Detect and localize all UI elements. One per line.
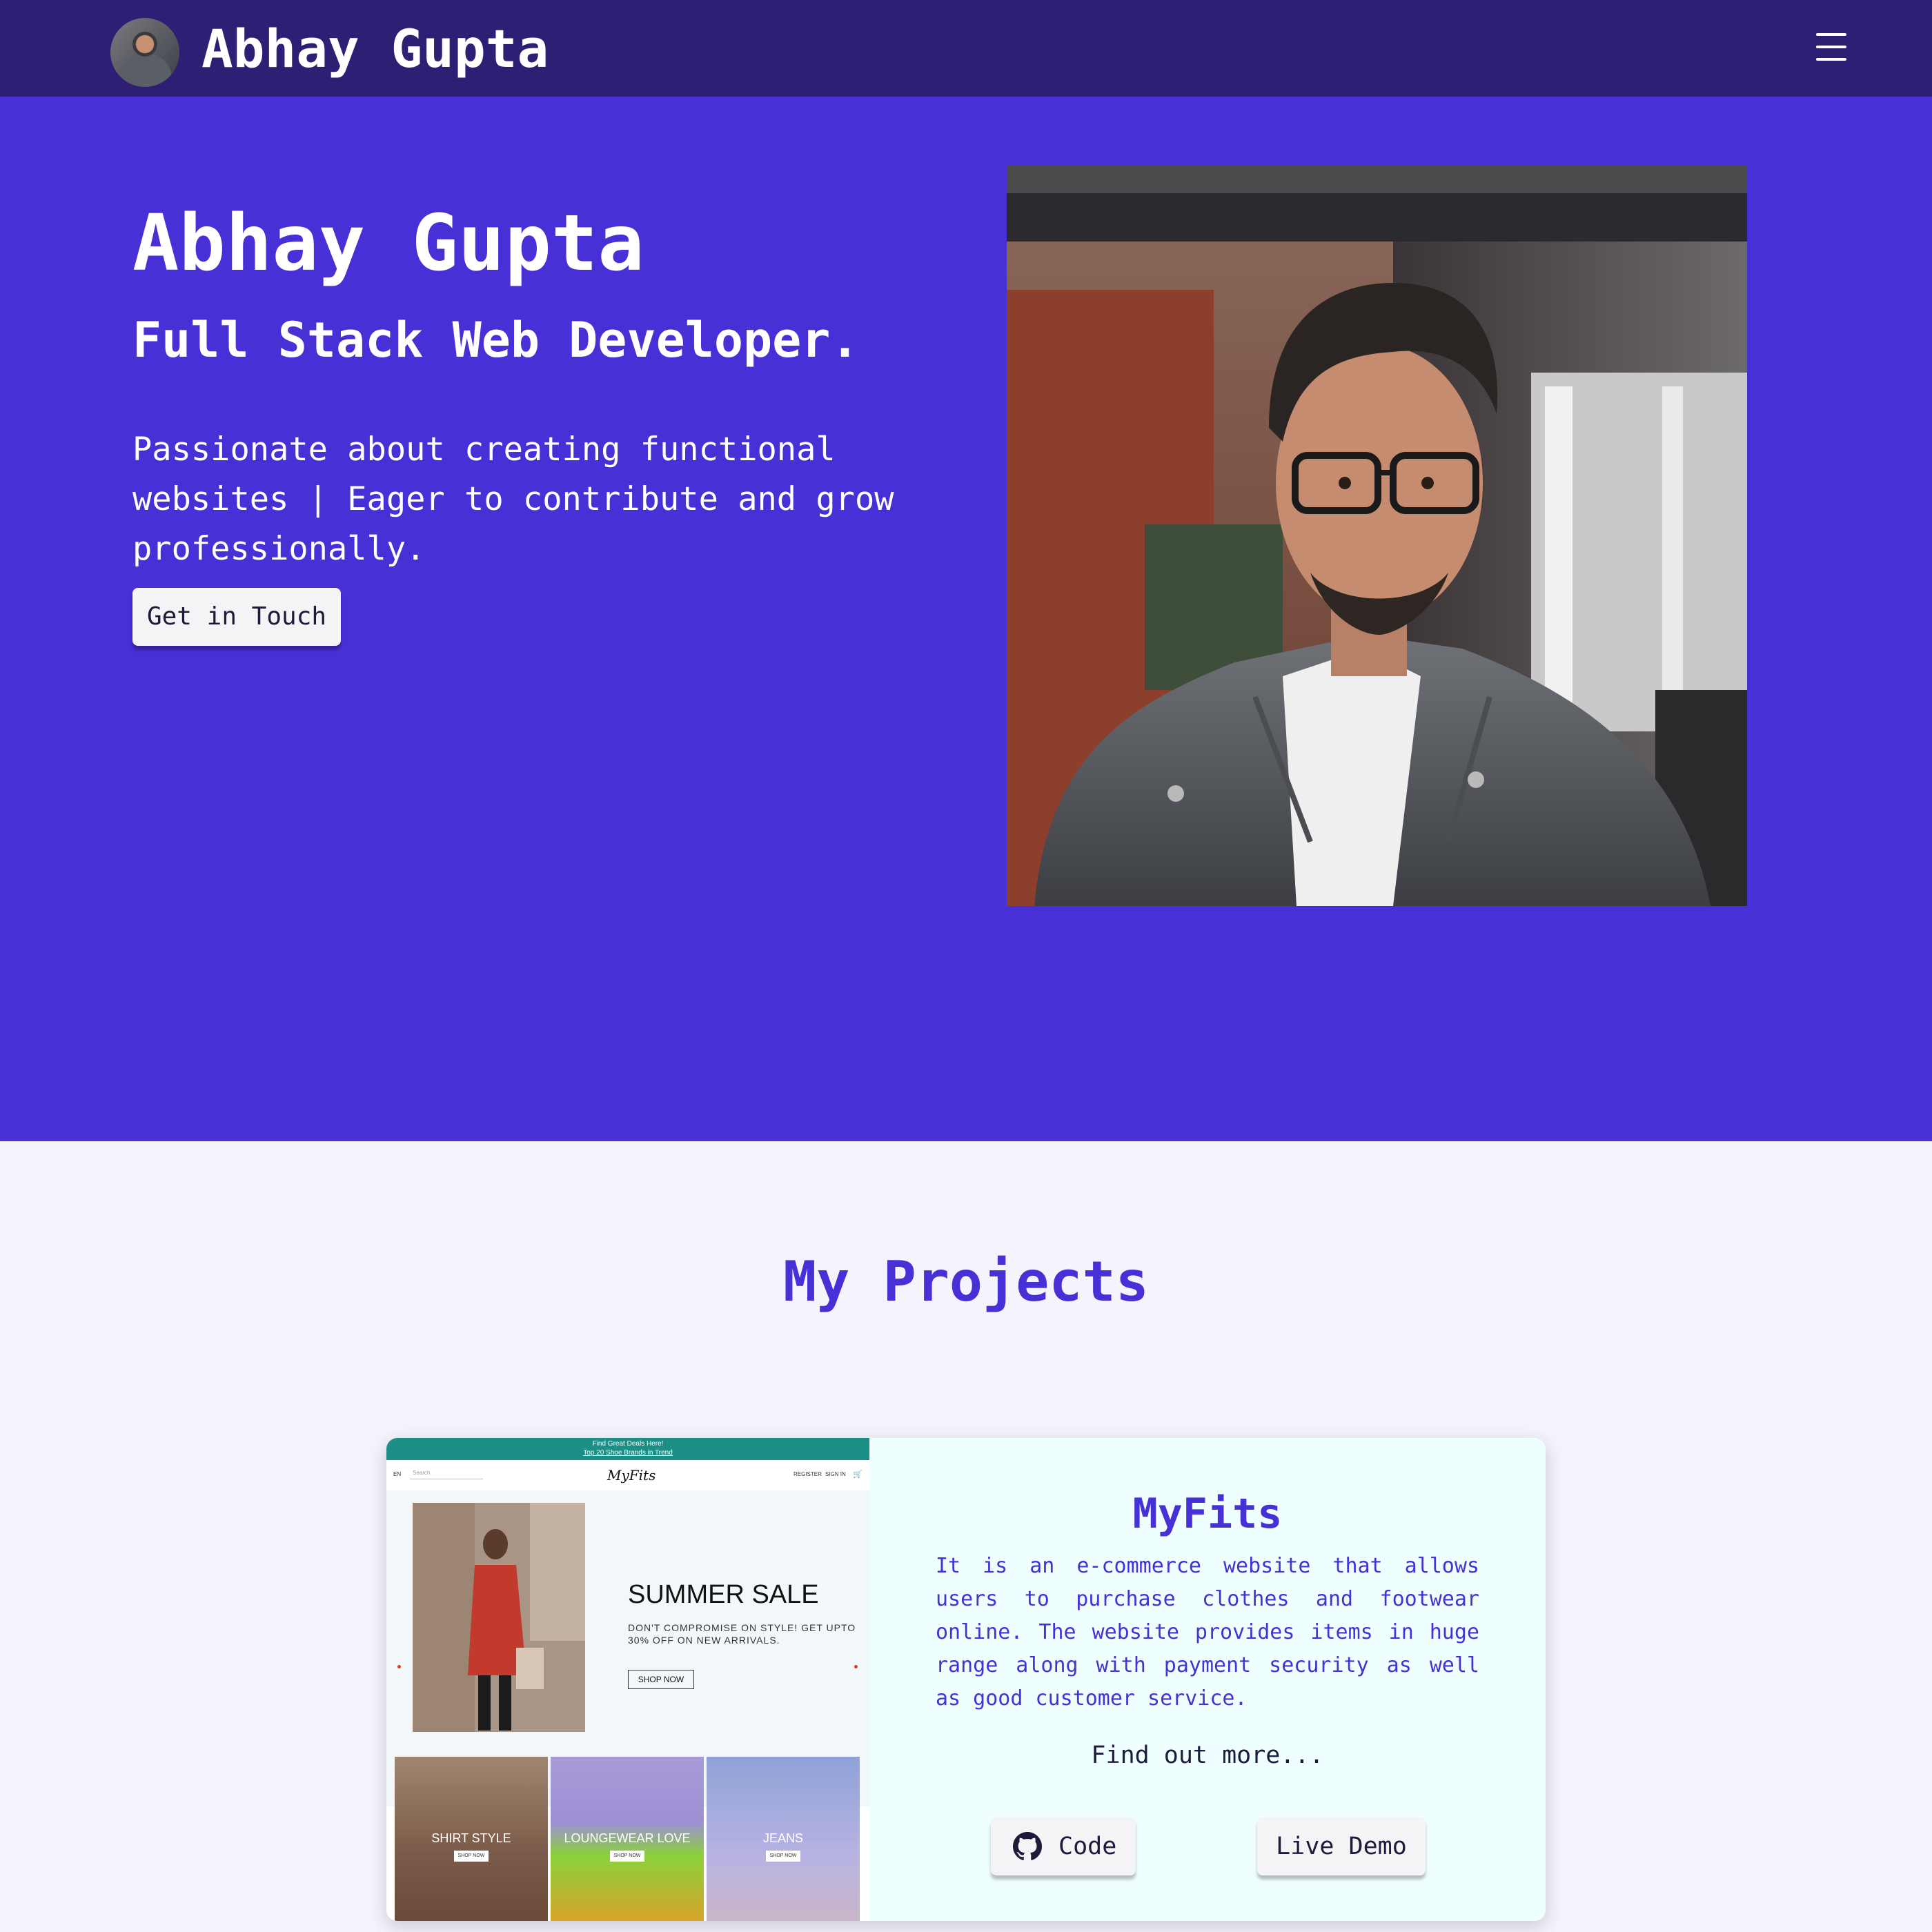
profile-photo	[1007, 166, 1747, 906]
find-out-more: Find out more...	[1091, 1742, 1324, 1769]
hamburger-icon[interactable]	[1816, 32, 1846, 62]
get-in-touch-button[interactable]: Get in Touch	[132, 588, 341, 646]
category-label: SHIRT STYLE	[431, 1831, 511, 1845]
project-description: It is an e-commerce website that allows …	[936, 1554, 1479, 1711]
hero-section: Abhay Gupta Full Stack Web Developer. Pa…	[0, 97, 1932, 1141]
promo-banner: Find Great Deals Here! Top 20 Shoe Brand…	[386, 1438, 869, 1460]
lang-label: EN	[393, 1471, 402, 1477]
project-title: MyFits	[1132, 1490, 1283, 1538]
shop-now-button: SHOP NOW	[628, 1670, 694, 1689]
arrow-left-icon	[397, 1665, 401, 1668]
category-tile: SHIRT STYLE SHOP NOW	[395, 1757, 548, 1921]
hero-description: Passionate about creating functional web…	[132, 431, 894, 568]
project-screenshot: Find Great Deals Here! Top 20 Shoe Brand…	[386, 1438, 869, 1921]
projects-title: My Projects	[783, 1250, 1149, 1314]
cart-icon: 🛒	[853, 1470, 862, 1479]
promo-line-2: Top 20 Shoe Brands in Trend	[583, 1449, 673, 1457]
shop-logo: MyFits	[607, 1467, 656, 1483]
promo-line-1: Find Great Deals Here!	[592, 1440, 664, 1448]
github-icon	[1013, 1832, 1042, 1860]
avatar[interactable]	[110, 18, 179, 87]
shop-navbar: EN Search MyFits REGISTER SIGN IN 🛒	[386, 1460, 869, 1490]
live-demo-button[interactable]: Live Demo	[1257, 1817, 1426, 1875]
category-button: SHOP NOW	[766, 1851, 800, 1862]
hero-name: Abhay Gupta	[132, 199, 644, 288]
shop-sign-in: SIGN IN	[825, 1471, 846, 1477]
arrow-right-icon	[854, 1665, 858, 1668]
hero-role: Full Stack Web Developer.	[132, 312, 860, 368]
category-button: SHOP NOW	[610, 1851, 644, 1862]
shop-search: Search	[410, 1468, 483, 1479]
category-tile: LOUNGEWEAR LOVE SHOP NOW	[551, 1757, 704, 1921]
category-tile: JEANS SHOP NOW	[707, 1757, 860, 1921]
sale-subtitle: DON'T COMPROMISE ON STYLE! GET UPTO 30% …	[628, 1622, 856, 1646]
shop-register: REGISTER	[793, 1471, 822, 1477]
code-button[interactable]: Code	[991, 1817, 1136, 1875]
nav-brand[interactable]: Abhay Gupta	[201, 18, 549, 80]
navbar: Abhay Gupta	[0, 0, 1932, 97]
code-label: Code	[1058, 1833, 1117, 1860]
category-button: SHOP NOW	[454, 1851, 489, 1862]
category-label: LOUNGEWEAR LOVE	[564, 1831, 691, 1845]
shop-hero-photo	[413, 1503, 585, 1732]
sale-title: SUMMER SALE	[628, 1580, 819, 1609]
category-label: JEANS	[762, 1831, 804, 1845]
project-card: Find Great Deals Here! Top 20 Shoe Brand…	[386, 1438, 1546, 1921]
